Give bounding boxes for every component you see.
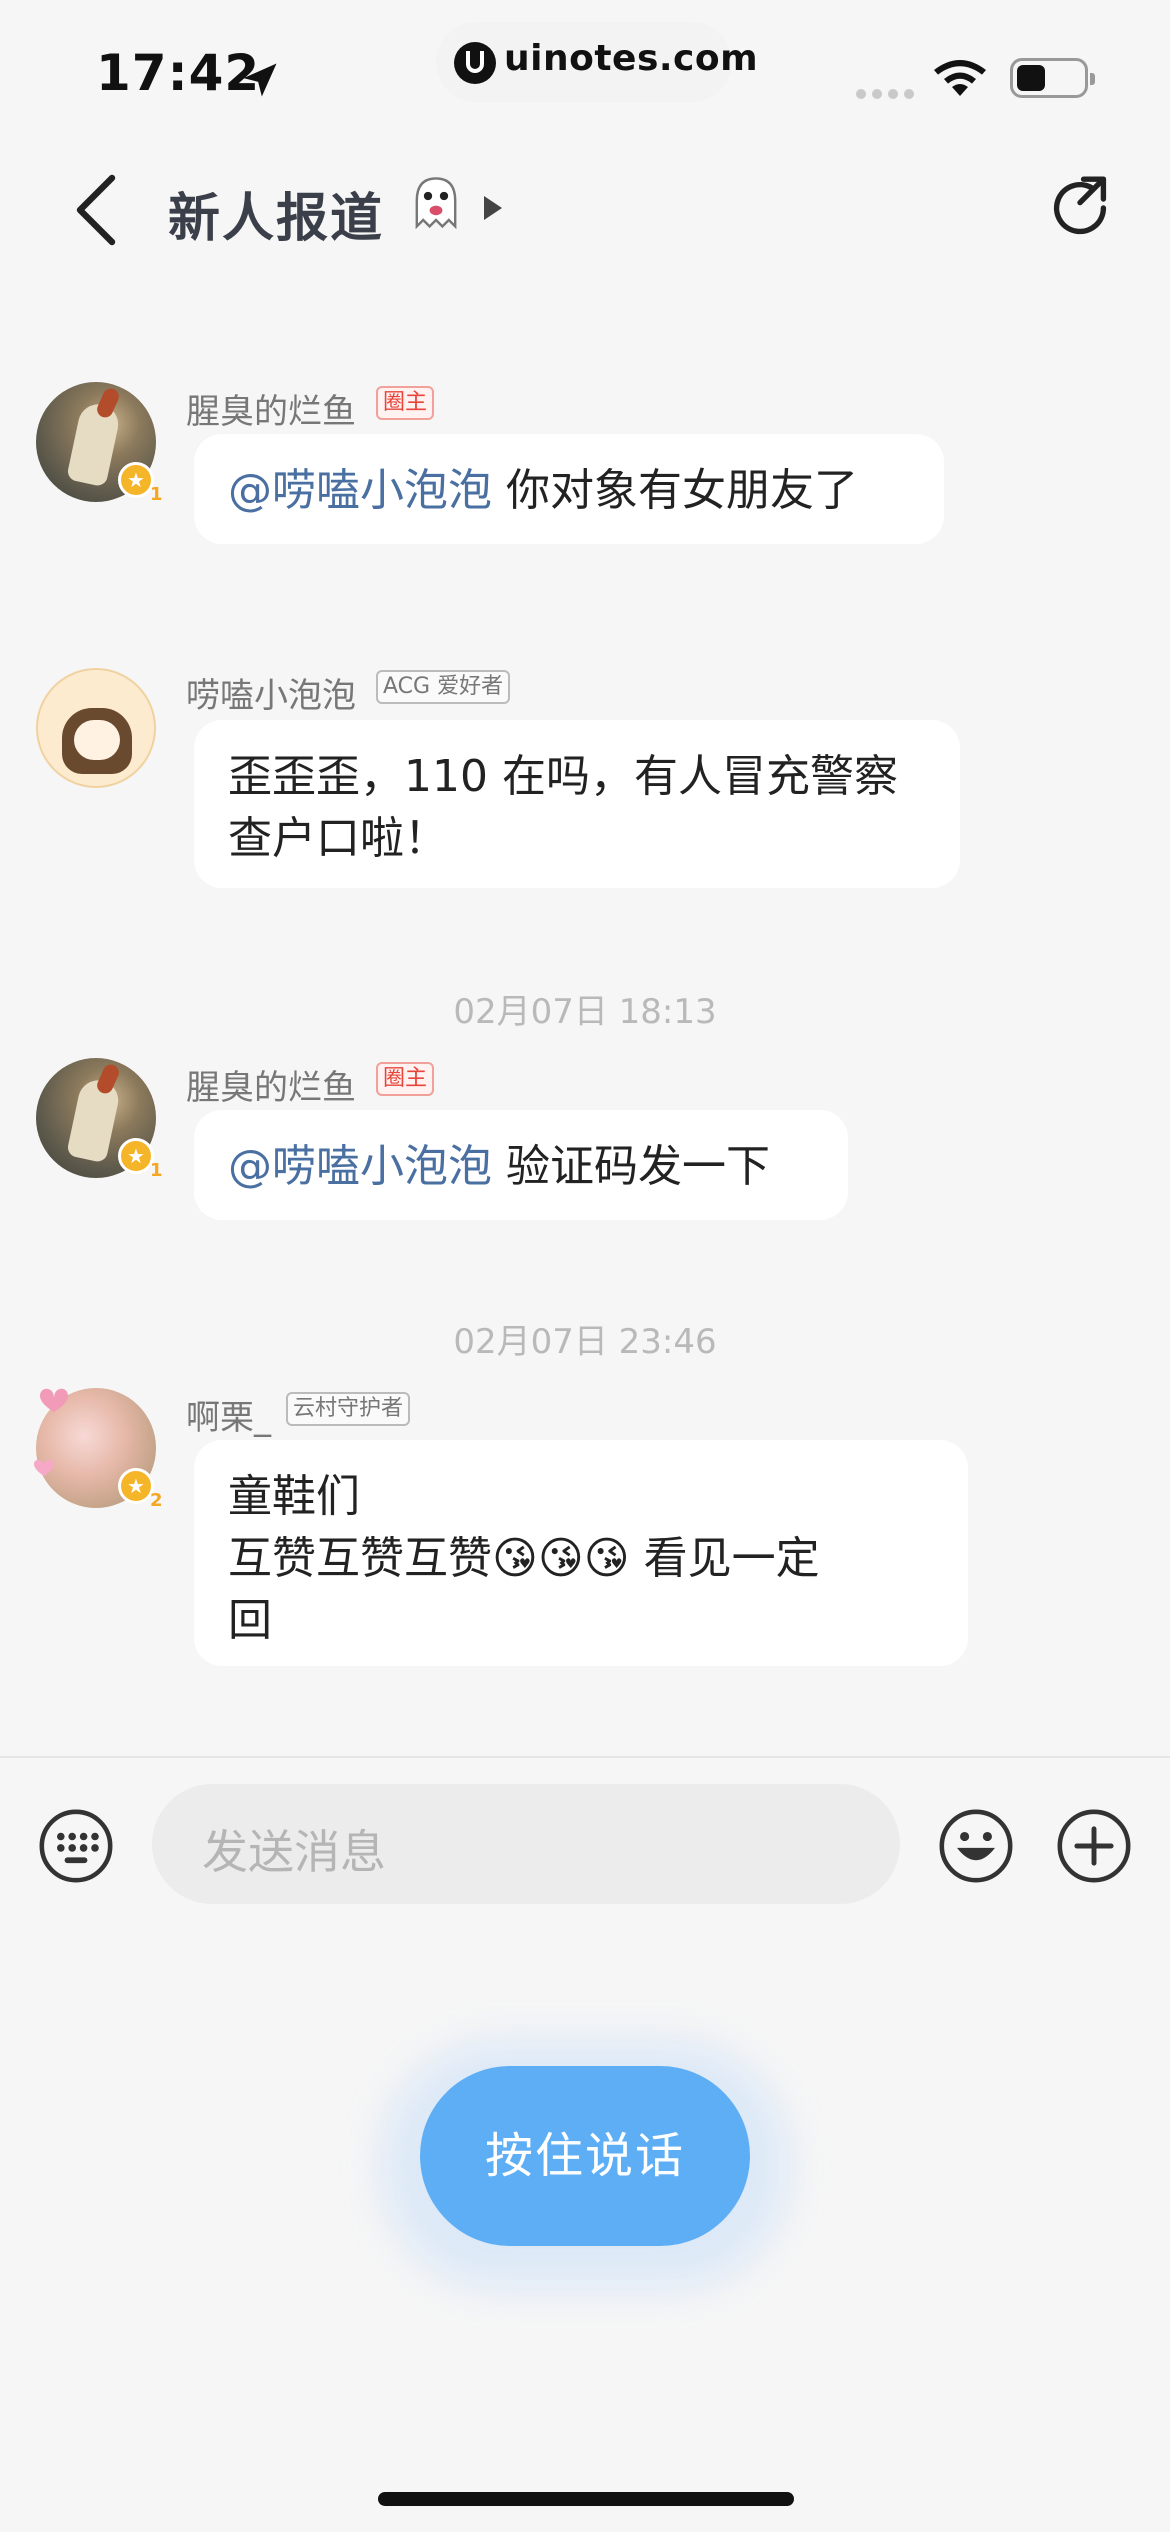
status-time: 17:42 xyxy=(96,44,261,102)
page-title: 新人报道 xyxy=(168,189,385,249)
divider xyxy=(0,1756,1170,1758)
add-plus-icon[interactable] xyxy=(1056,1808,1132,1884)
timestamp: 02月07日 23:46 xyxy=(453,1322,717,1362)
message-bubble[interactable]: @唠嗑小泡泡 验证码发一下 xyxy=(194,1110,848,1220)
role-tag: 圈主 xyxy=(376,1062,435,1096)
level-star-badge-icon: ★ xyxy=(118,1468,154,1504)
level-star-badge-icon: ★ xyxy=(118,1138,154,1174)
emoji-icon[interactable] xyxy=(938,1808,1014,1884)
sender-name[interactable]: 唠嗑小泡泡 xyxy=(186,668,356,717)
expand-triangle-icon[interactable] xyxy=(484,196,502,220)
back-chevron-icon[interactable] xyxy=(64,170,124,250)
message-bubble[interactable]: 歪歪歪，110 在吗，有人冒充警察 查户口啦！ xyxy=(194,720,960,888)
mention-link[interactable]: @唠嗑小泡泡 xyxy=(228,1141,492,1192)
sender-name[interactable]: 啊栗_ xyxy=(186,1390,271,1439)
mention-link[interactable]: @唠嗑小泡泡 xyxy=(228,465,492,516)
site-logo-icon xyxy=(454,42,496,84)
message-text-line: 查户口啦！ xyxy=(228,813,448,864)
timestamp: 02月07日 18:13 xyxy=(453,992,717,1032)
sender-name[interactable]: 腥臭的烂鱼 xyxy=(186,1060,356,1109)
cellular-signal-icon xyxy=(856,84,920,103)
level-number: 2 xyxy=(150,1490,163,1511)
location-arrow-icon xyxy=(243,63,277,97)
battery-icon xyxy=(1010,58,1095,98)
role-tag: 圈主 xyxy=(376,386,435,420)
level-star-badge-icon: ★ xyxy=(118,462,154,498)
message-text-line: 互赞互赞互赞😘😘😘 看见一定 xyxy=(228,1533,820,1584)
keyboard-icon[interactable] xyxy=(38,1808,114,1884)
hold-to-talk-button[interactable]: 按住说话 xyxy=(420,2066,750,2246)
message-text: 你对象有女朋友了 xyxy=(492,465,858,516)
level-number: 1 xyxy=(150,484,163,505)
message-text-line: 童鞋们 xyxy=(228,1471,360,1522)
wifi-icon xyxy=(934,60,986,96)
role-tag: ACG 爱好者 xyxy=(376,670,511,704)
message-text-line: 歪歪歪，110 在吗，有人冒充警察 xyxy=(228,751,898,802)
message-bubble[interactable]: @唠嗑小泡泡 你对象有女朋友了 xyxy=(194,434,944,544)
sender-name[interactable]: 腥臭的烂鱼 xyxy=(186,384,356,433)
share-refresh-icon[interactable] xyxy=(1044,172,1116,244)
level-number: 1 xyxy=(150,1160,163,1181)
role-tag: 云村守护者 xyxy=(286,1392,411,1426)
home-indicator[interactable] xyxy=(378,2492,794,2506)
avatar[interactable] xyxy=(36,668,156,788)
message-text: 验证码发一下 xyxy=(492,1141,770,1192)
heart-decoration-icon xyxy=(34,1388,68,1476)
message-text-line: 回 xyxy=(228,1595,272,1646)
ghost-emoji-icon xyxy=(415,177,457,230)
url-text: uinotes.com xyxy=(504,38,759,79)
message-bubble[interactable]: 童鞋们 互赞互赞互赞😘😘😘 看见一定 回 xyxy=(194,1440,968,1666)
message-input-placeholder: 发送消息 xyxy=(202,1825,386,1879)
